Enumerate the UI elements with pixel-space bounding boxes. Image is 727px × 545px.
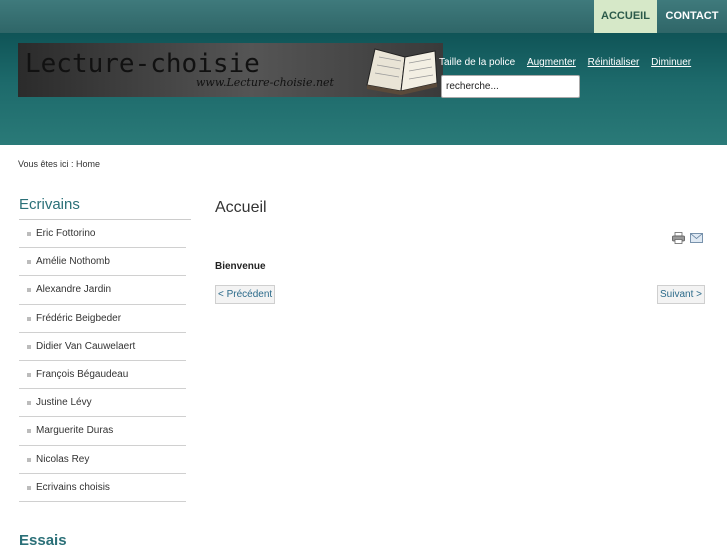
- sidebar-item-didier-van-cauwelaert[interactable]: Didier Van Cauwelaert: [19, 333, 186, 361]
- bullet-icon: [27, 288, 31, 293]
- font-size-controls: Taille de la police Augmenter Réinitiali…: [439, 57, 691, 68]
- logo-title: Lecture-choisie: [25, 49, 260, 79]
- breadcrumb: Vous êtes ici : Home: [18, 159, 101, 169]
- sidebar-item-eric-fottorino[interactable]: Eric Fottorino: [19, 220, 186, 249]
- open-book-icon: [366, 48, 438, 95]
- font-decrease-link[interactable]: Diminuer: [651, 57, 691, 68]
- bullet-icon: [27, 457, 31, 462]
- font-increase-link[interactable]: Augmenter: [527, 57, 576, 68]
- sidebar-item-label[interactable]: Amélie Nothomb: [36, 256, 110, 267]
- sidebar-item-ecrivains-choisis[interactable]: Ecrivains choisis: [19, 474, 186, 502]
- sidebar-item-frederic-beigbeder[interactable]: Frédéric Beigbeder: [19, 305, 186, 333]
- bullet-icon: [27, 372, 31, 377]
- sidebar-heading-essais: Essais: [19, 532, 67, 545]
- page: ACCUEIL CONTACT Lecture-choisie www.Lect…: [0, 0, 727, 545]
- nav-contact[interactable]: CONTACT: [657, 0, 727, 33]
- sidebar-item-justine-levy[interactable]: Justine Lévy: [19, 389, 186, 418]
- site-header: Lecture-choisie www.Lecture-choisie.net …: [0, 33, 727, 145]
- sidebar-item-alexandre-jardin[interactable]: Alexandre Jardin: [19, 276, 186, 305]
- sidebar-item-nicolas-rey[interactable]: Nicolas Rey: [19, 446, 186, 474]
- sidebar-item-marguerite-duras[interactable]: Marguerite Duras: [19, 417, 186, 446]
- next-button[interactable]: Suivant >: [657, 285, 705, 304]
- welcome-heading: Bienvenue: [215, 261, 266, 272]
- bullet-icon: [27, 232, 31, 236]
- sidebar: Ecrivains Eric Fottorino Amélie Nothomb …: [19, 196, 191, 502]
- top-navigation: ACCUEIL CONTACT: [0, 0, 727, 33]
- email-icon[interactable]: [690, 233, 703, 243]
- sidebar-heading-ecrivains: Ecrivains: [19, 196, 191, 220]
- sidebar-item-label[interactable]: Marguerite Duras: [36, 425, 113, 436]
- font-reset-link[interactable]: Réinitialiser: [588, 57, 640, 68]
- sidebar-item-label[interactable]: Nicolas Rey: [36, 454, 89, 465]
- sidebar-item-label[interactable]: François Bégaudeau: [36, 369, 128, 380]
- site-logo-banner[interactable]: Lecture-choisie www.Lecture-choisie.net: [18, 43, 443, 97]
- sidebar-item-label[interactable]: Alexandre Jardin: [36, 284, 111, 295]
- search-input[interactable]: [441, 75, 580, 98]
- bullet-icon: [27, 260, 31, 265]
- bullet-icon: [27, 316, 31, 321]
- logo-url: www.Lecture-choisie.net: [196, 76, 334, 89]
- sidebar-item-label[interactable]: Justine Lévy: [36, 397, 92, 408]
- sidebar-list: Eric Fottorino Amélie Nothomb Alexandre …: [19, 220, 191, 502]
- sidebar-item-francois-begaudeau[interactable]: François Bégaudeau: [19, 361, 186, 390]
- sidebar-item-amelie-nothomb[interactable]: Amélie Nothomb: [19, 248, 186, 277]
- sidebar-item-label[interactable]: Frédéric Beigbeder: [36, 313, 121, 324]
- sidebar-item-label[interactable]: Didier Van Cauwelaert: [36, 341, 135, 352]
- nav-accueil[interactable]: ACCUEIL: [594, 0, 657, 33]
- previous-button[interactable]: < Précédent: [215, 285, 276, 304]
- bullet-icon: [27, 344, 31, 349]
- printer-icon[interactable]: [672, 232, 685, 244]
- bullet-icon: [27, 429, 31, 434]
- font-size-label: Taille de la police: [439, 57, 516, 68]
- bullet-icon: [27, 485, 31, 490]
- sidebar-item-label[interactable]: Eric Fottorino: [36, 228, 95, 239]
- bullet-icon: [27, 401, 31, 406]
- page-title: Accueil: [215, 199, 267, 216]
- sidebar-item-label[interactable]: Ecrivains choisis: [36, 482, 110, 493]
